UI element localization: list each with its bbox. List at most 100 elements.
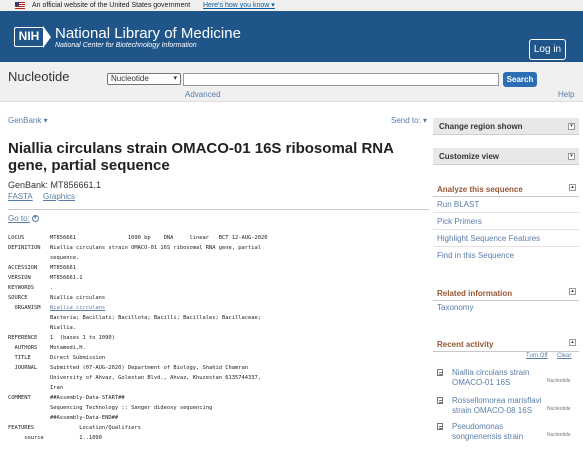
record-field-key: LOCUS <box>8 235 25 241</box>
gov-banner: An official website of the United States… <box>0 0 583 11</box>
collapse-toggle-icon[interactable]: ▾ <box>568 123 575 130</box>
heading-rule <box>433 351 579 352</box>
document-icon <box>437 423 443 430</box>
divider <box>433 246 579 247</box>
organism-link[interactable]: Niallia circulans <box>50 303 105 313</box>
record-line: Sequencing Technology :: Sanger dideoxy … <box>8 403 423 413</box>
how-you-know-link[interactable]: Here's how you know ▾ <box>203 0 275 11</box>
record-field-key: ACCESSION <box>8 265 38 271</box>
advanced-search-link[interactable]: Advanced <box>185 90 221 99</box>
nih-logo[interactable]: NIH <box>14 26 51 48</box>
run-blast-link[interactable]: Run BLAST <box>437 200 479 209</box>
turn-off-link[interactable]: Turn Off <box>526 353 548 359</box>
chevron-down-circle-icon: ▾ <box>31 215 39 223</box>
format-links: FASTA Graphics <box>8 192 83 201</box>
help-link[interactable]: Help <box>558 90 574 99</box>
site-title[interactable]: National Library of Medicine <box>55 25 241 42</box>
record-line: LOCUS MT856661 1090 bp DNA linear BCT 12-… <box>8 233 423 243</box>
related-heading: Related information <box>437 289 513 298</box>
login-button[interactable]: Log in <box>529 39 566 60</box>
record-field-value: . <box>50 285 54 291</box>
record-field-value: ##Assembly-Data-START## <box>50 395 125 401</box>
record-field-key: source <box>8 435 44 441</box>
record-line: DEFINITION Niallia circulans strain OMACO… <box>8 243 423 253</box>
record-line: FEATURES Location/Qualifiers <box>8 423 423 433</box>
record-title: Niallia circulans strain OMACO-01 16S ri… <box>8 140 394 174</box>
record-line: TITLE Direct Submission <box>8 353 423 363</box>
record-field-key: TITLE <box>8 355 31 361</box>
record-field-key: ORGANISM <box>8 305 41 311</box>
chevron-down-icon: ▾ <box>173 75 177 82</box>
format-dropdown[interactable]: GenBank ▾ <box>8 116 48 125</box>
recent-activity-item[interactable]: Pseudomonas songnenensis strain OMACO-07… <box>437 422 579 444</box>
database-select[interactable]: Nucleotide ▾ <box>107 73 181 85</box>
document-icon <box>437 369 443 376</box>
recent-activity-item[interactable]: Niallia circulans strain OMACO-01 16S ri… <box>437 368 579 390</box>
collapse-toggle-icon[interactable]: ▴ <box>569 288 576 295</box>
record-line: SOURCE Niallia circulans <box>8 293 423 303</box>
recent-activity-heading: Recent activity <box>437 340 494 349</box>
divider <box>433 212 579 213</box>
record-field-value: MT856661 <box>50 265 76 271</box>
database-select-value: Nucleotide <box>111 74 149 83</box>
record-line: Bacteria; Bacillati; Bacillota; Bacilli;… <box>8 313 423 323</box>
record-line: Niallia. <box>8 323 423 333</box>
collapse-toggle-icon[interactable]: ▴ <box>569 184 576 191</box>
record-field-value: Sequencing Technology :: Sanger dideoxy … <box>50 405 213 411</box>
search-button[interactable]: Search <box>503 72 537 87</box>
record-line: KEYWORDS. <box>8 283 423 293</box>
recent-item-db: Nucleotide <box>547 406 571 412</box>
record-field-value: sequence. <box>50 255 80 261</box>
gov-banner-text: An official website of the United States… <box>32 2 191 9</box>
fasta-link[interactable]: FASTA <box>8 192 33 201</box>
clear-link[interactable]: Clear <box>557 353 571 359</box>
change-region-label: Change region shown <box>439 122 523 131</box>
record-field-value: Location/Qualifiers <box>50 425 141 431</box>
record-line: Iran <box>8 383 423 393</box>
record-field-value: Motamedi,H. <box>50 345 86 351</box>
record-field-key: VERSION <box>8 275 31 281</box>
recent-item-title[interactable]: Pseudomonas songnenensis strain OMACO-07… <box>452 422 547 442</box>
recent-item-title[interactable]: Rossellomorea marisflavi strain OMACO-08… <box>452 396 547 416</box>
record-field-value: University of Ahvaz, Golestan Blvd., Ahv… <box>50 375 261 381</box>
heading-rule <box>433 196 579 197</box>
collapse-toggle-icon[interactable]: ▾ <box>568 153 575 160</box>
record-field-key: SOURCE <box>8 295 28 301</box>
record-field-key: DEFINITION <box>8 245 41 251</box>
record-field-key: KEYWORDS <box>8 285 34 291</box>
search-input[interactable] <box>183 73 499 86</box>
record-field-key: JOURNAL <box>8 365 38 371</box>
divider <box>8 209 429 210</box>
document-icon <box>437 397 443 404</box>
site-subtitle: National Center for Biotechnology Inform… <box>55 42 197 49</box>
highlight-features-link[interactable]: Highlight Sequence Features <box>437 234 540 243</box>
goto-link[interactable]: Go to: ▾ <box>8 214 39 223</box>
record-line: VERSION MT856661.1 <box>8 273 423 283</box>
graphics-link[interactable]: Graphics <box>43 192 75 201</box>
analyze-heading: Analyze this sequence <box>437 185 523 194</box>
us-flag-icon <box>15 2 25 9</box>
record-line: JOURNAL Submitted (07-AUG-2020) Departmen… <box>8 363 423 373</box>
record-field-value: ##Assembly-Data-END## <box>50 415 119 421</box>
record-field-key: AUTHORS <box>8 345 38 351</box>
change-region-panel[interactable]: Change region shown ▾ <box>433 118 579 135</box>
record-line: sequence. <box>8 253 423 263</box>
genbank-record: LOCUS MT856661 1090 bp DNA linear BCT 12-… <box>8 233 423 443</box>
record-field-value: Submitted (07-AUG-2020) Department of Bi… <box>50 365 248 371</box>
record-line: ACCESSION MT856661 <box>8 263 423 273</box>
taxonomy-link[interactable]: Taxonomy <box>437 303 473 312</box>
site-header: NIH National Library of Medicine Nationa… <box>0 11 583 62</box>
record-field-value: Iran <box>50 385 63 391</box>
recent-activity-item[interactable]: Rossellomorea marisflavi strain OMACO-08… <box>437 396 579 418</box>
recent-item-db: Nucleotide <box>547 378 571 384</box>
recent-item-title[interactable]: Niallia circulans strain OMACO-01 16S ri… <box>452 368 547 388</box>
send-to-menu[interactable]: Send to: ▾ <box>391 116 427 125</box>
collapse-toggle-icon[interactable]: ▴ <box>569 339 576 346</box>
record-field-value: Bacteria; Bacillati; Bacillota; Bacilli;… <box>50 315 261 321</box>
accession-line: GenBank: MT856661.1 <box>8 180 102 190</box>
pick-primers-link[interactable]: Pick Primers <box>437 217 482 226</box>
record-field-value: Niallia circulans strain OMACO-01 16S ri… <box>50 245 261 251</box>
find-in-sequence-link[interactable]: Find in this Sequence <box>437 251 514 260</box>
customize-view-panel[interactable]: Customize view ▾ <box>433 148 579 165</box>
record-field-value: Direct Submission <box>50 355 106 361</box>
